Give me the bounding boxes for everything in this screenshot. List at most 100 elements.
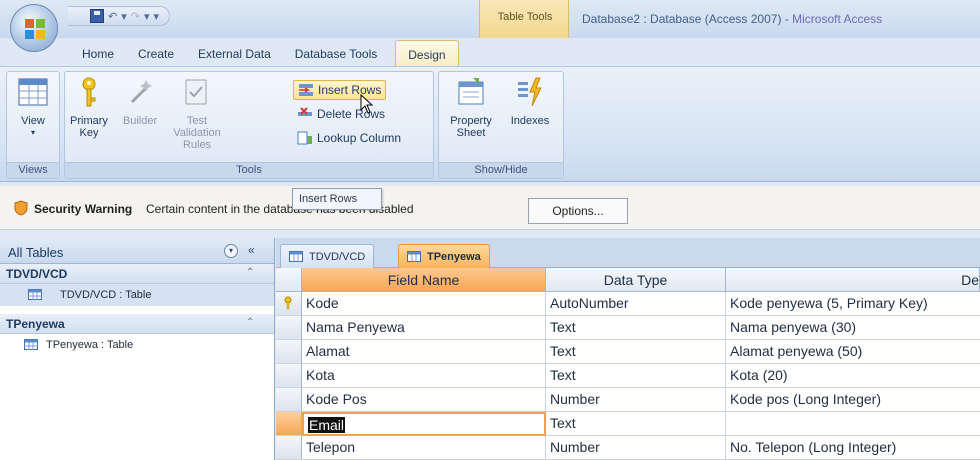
data-type-cell[interactable]: Number xyxy=(546,436,726,460)
redo-dropdown[interactable]: ▾ xyxy=(144,10,150,23)
customize-qat-icon[interactable]: ▾ xyxy=(154,10,160,23)
table-icon xyxy=(407,251,421,262)
quick-access-toolbar: ↶ ▾ ↷ ▾ ▾ xyxy=(68,6,171,26)
row-selector[interactable] xyxy=(276,316,302,340)
office-button[interactable] xyxy=(10,4,58,52)
show-hide-group: Property Sheet Indexes Show/Hide xyxy=(438,71,564,179)
row-selector[interactable] xyxy=(276,364,302,388)
field-name-cell[interactable]: Kode Pos xyxy=(302,388,546,412)
table-icon xyxy=(24,339,38,350)
nav-item-tdvd-table[interactable]: TDVD/VCD : Table xyxy=(0,284,274,306)
table-row[interactable]: Telepon Number No. Telepon (Long Integer… xyxy=(276,436,980,460)
table-row[interactable]: Alamat Text Alamat penyewa (50) xyxy=(276,340,980,364)
table-row[interactable]: Kota Text Kota (20) xyxy=(276,364,980,388)
office-logo-icon xyxy=(25,19,45,39)
doc-tab-tdvd[interactable]: TDVD/VCD xyxy=(280,244,375,268)
field-name-cell[interactable]: Alamat xyxy=(302,340,546,364)
view-dropdown-arrow: ▾ xyxy=(30,128,35,137)
delete-rows-label: Delete Rows xyxy=(317,107,386,121)
description-header[interactable]: De xyxy=(726,268,980,292)
description-cell[interactable]: Kode penyewa (5, Primary Key) xyxy=(726,292,980,316)
nav-group-tpenyewa[interactable]: TPenyewa ⌃ xyxy=(0,314,274,334)
primary-key-label: Primary Key xyxy=(70,115,108,139)
security-warning-bar: Security Warning Certain content in the … xyxy=(0,186,980,230)
row-selector-current[interactable] xyxy=(276,412,302,436)
ribbon: View ▾ Views Primary Key Builder Test Va… xyxy=(0,66,980,182)
description-cell[interactable]: No. Telepon (Long Integer) xyxy=(726,436,980,460)
data-type-cell[interactable]: Text xyxy=(546,340,726,364)
data-type-header[interactable]: Data Type xyxy=(546,268,726,292)
tools-group: Primary Key Builder Test Validation Rule… xyxy=(64,71,434,179)
nav-collapse-icon[interactable]: « xyxy=(248,243,255,257)
data-type-cell[interactable]: AutoNumber xyxy=(546,292,726,316)
nav-pane-title: All Tables xyxy=(8,245,64,260)
save-icon[interactable] xyxy=(90,9,104,23)
table-row[interactable]: Kode Pos Number Kode pos (Long Integer) xyxy=(276,388,980,412)
nav-pane-header[interactable]: All Tables ▾ « xyxy=(0,238,274,264)
insert-rows-icon xyxy=(299,84,313,96)
builder-button[interactable]: Builder xyxy=(117,76,163,127)
primary-key-button[interactable]: Primary Key xyxy=(67,76,111,139)
mouse-cursor-icon xyxy=(360,94,374,114)
field-name-cell[interactable]: Nama Penyewa xyxy=(302,316,546,340)
doc-tab-label: TDVD/VCD xyxy=(309,250,366,263)
table-icon xyxy=(289,251,303,262)
undo-icon[interactable]: ↶ xyxy=(108,10,117,23)
data-type-cell[interactable]: Text xyxy=(546,412,726,436)
doc-tab-tpenyewa[interactable]: TPenyewa xyxy=(398,244,490,268)
table-row[interactable]: Nama Penyewa Text Nama penyewa (30) xyxy=(276,316,980,340)
ribbon-tabs: Home Create External Data Database Tools… xyxy=(64,40,459,66)
security-options-button[interactable]: Options... xyxy=(528,198,628,224)
delete-rows-icon xyxy=(298,107,312,116)
property-sheet-icon xyxy=(458,78,484,105)
tab-database-tools[interactable]: Database Tools xyxy=(283,40,390,66)
property-sheet-button[interactable]: Property Sheet xyxy=(445,76,497,139)
description-cell[interactable] xyxy=(726,412,980,436)
description-cell[interactable]: Kode pos (Long Integer) xyxy=(726,388,980,412)
field-name-cell-editing[interactable]: Email xyxy=(302,412,546,436)
description-cell[interactable]: Kota (20) xyxy=(726,364,980,388)
select-all-corner[interactable] xyxy=(276,268,302,292)
grid-header: Field Name Data Type De xyxy=(276,268,980,292)
nav-item-tpenyewa-table[interactable]: TPenyewa : Table xyxy=(0,334,274,356)
table-tools-label: Table Tools xyxy=(497,11,553,23)
table-row[interactable]: Kode AutoNumber Kode penyewa (5, Primary… xyxy=(276,292,980,316)
data-type-cell[interactable]: Text xyxy=(546,364,726,388)
collapse-group-icon[interactable]: ⌃ xyxy=(246,267,254,278)
test-validation-label: Test Validation Rules xyxy=(173,115,221,151)
indexes-button[interactable]: Indexes xyxy=(505,76,555,127)
nav-group-label: TPenyewa xyxy=(6,317,65,331)
description-cell[interactable]: Nama penyewa (30) xyxy=(726,316,980,340)
collapse-group-icon[interactable]: ⌃ xyxy=(246,317,254,328)
property-sheet-label: Property Sheet xyxy=(450,115,492,139)
tab-design[interactable]: Design xyxy=(395,40,459,66)
delete-rows-button[interactable]: Delete Rows xyxy=(293,104,389,124)
field-name-cell[interactable]: Kota xyxy=(302,364,546,388)
description-cell[interactable]: Alamat penyewa (50) xyxy=(726,340,980,364)
row-selector[interactable] xyxy=(276,340,302,364)
field-name-cell[interactable]: Kode xyxy=(302,292,546,316)
tab-create[interactable]: Create xyxy=(126,40,186,66)
table-row-current[interactable]: Email Text xyxy=(276,412,980,436)
field-name-cell[interactable]: Telepon xyxy=(302,436,546,460)
views-group-label: Views xyxy=(7,162,59,178)
data-type-cell[interactable]: Text xyxy=(546,316,726,340)
nav-menu-chevron-icon[interactable]: ▾ xyxy=(224,244,238,258)
tab-home[interactable]: Home xyxy=(70,40,126,66)
row-selector[interactable] xyxy=(276,292,302,316)
nav-group-tdvd[interactable]: TDVD/VCD ⌃ xyxy=(0,264,274,284)
tab-external-data[interactable]: External Data xyxy=(186,40,283,66)
view-button-label: View xyxy=(21,115,45,127)
table-design-grid: Field Name Data Type De Kode AutoNumber … xyxy=(276,268,980,460)
security-shield-icon xyxy=(14,200,28,216)
view-button[interactable]: View ▾ xyxy=(11,76,55,139)
undo-dropdown[interactable]: ▾ xyxy=(121,10,127,23)
row-selector[interactable] xyxy=(276,436,302,460)
row-selector[interactable] xyxy=(276,388,302,412)
app-name: Microsoft Access xyxy=(792,12,883,26)
lookup-column-button[interactable]: Lookup Column xyxy=(293,128,405,148)
redo-icon[interactable]: ↷ xyxy=(131,10,140,23)
test-validation-button[interactable]: Test Validation Rules xyxy=(165,76,227,151)
field-name-header[interactable]: Field Name xyxy=(302,268,546,292)
data-type-cell[interactable]: Number xyxy=(546,388,726,412)
